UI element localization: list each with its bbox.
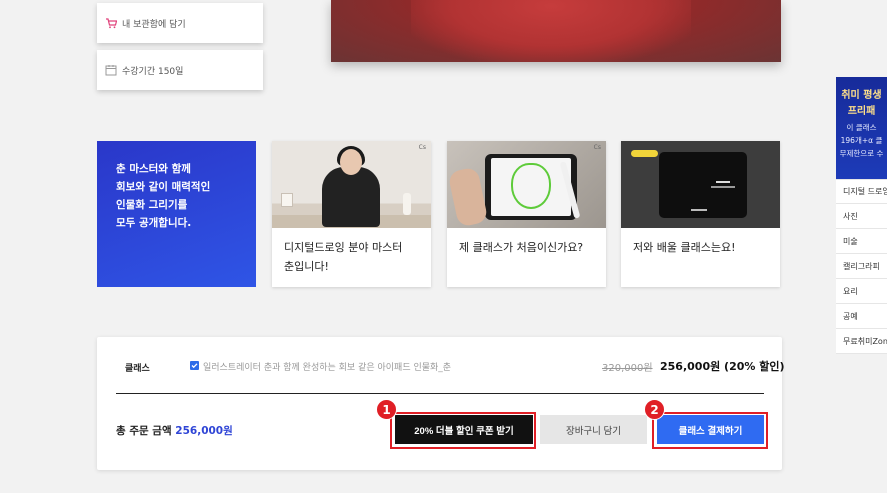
course-period-label: 수강기간 150일 [122,66,184,77]
channel-badge: Cs [593,144,601,151]
freepass-desc-2: 196개+α 클 [840,136,883,145]
video-preview-image [411,0,691,62]
category-item[interactable]: 디지털 드로잉 [836,179,887,204]
pay-class-button[interactable]: 클래스 결제하기 [657,415,764,444]
course-checkbox[interactable] [190,361,199,370]
freepass-banner[interactable]: 취미 평생 프리패 이 클래스 196개+α 클 무제한으로 수 [836,77,887,179]
total-order-amount: 총 주문 금액 256,000원 [116,423,233,438]
category-item[interactable]: 사진 [836,204,887,229]
channel-badge: Cs [418,144,426,151]
check-icon [191,363,198,369]
category-item[interactable]: 미술 [836,229,887,254]
video-card-first-time[interactable]: Cs 제 클래스가 처음이신가요? [447,141,606,287]
video-caption: 제 클래스가 처음이신가요? [459,241,584,254]
course-period-card: 수강기간 150일 [97,50,263,90]
video-card-intro[interactable]: Cs 디지털드로잉 분야 마스터 춘입니다! [272,141,431,287]
add-to-cart-button[interactable]: 장바구니 담기 [540,415,647,444]
promo-banner: 춘 마스터와 함께 회보와 같이 매력적인 인물화 그리기를 모두 공개합니다. [97,141,256,287]
category-item[interactable]: 요리 [836,279,887,304]
discount-price: 256,000원 (20% 할인) [660,360,785,373]
category-item[interactable]: 무료취미Zone [836,329,887,354]
video-preview[interactable] [331,0,781,62]
coupon-button[interactable]: 20% 더블 할인 쿠폰 받기 [395,415,533,444]
add-to-library-card[interactable]: 내 보관함에 담기 [97,3,263,43]
cart-icon [105,17,117,29]
category-item[interactable]: 공예 [836,304,887,329]
original-price: 320,000원 [602,363,653,374]
video-caption: 저와 배울 클래스는요! [633,241,736,254]
category-list: 디지털 드로잉 사진 미술 캘리그라피 요리 공예 무료취미Zone [836,179,887,354]
freepass-desc-3: 무제한으로 수 [839,149,884,158]
video-thumbnail: Cs [447,141,606,228]
total-amount: 256,000원 [175,425,233,437]
category-item[interactable]: 캘리그라피 [836,254,887,279]
video-caption: 디지털드로잉 분야 마스터 춘입니다! [284,241,403,273]
order-panel: 클래스 일러스트레이터 춘과 함께 완성하는 회보 같은 아이패드 인물화_춘 … [97,337,785,470]
calendar-icon [105,64,117,76]
freepass-title-1: 취미 평생 [841,90,882,101]
class-label: 클래스 [125,364,150,374]
freepass-title-2: 프리패 [847,106,876,117]
add-to-library-label: 내 보관함에 담기 [122,19,186,30]
video-card-curriculum[interactable]: 저와 배울 클래스는요! [621,141,780,287]
video-thumbnail: Cs [272,141,431,228]
step-badge-2: 2 [644,399,665,420]
divider [116,393,764,394]
step-badge-1: 1 [376,399,397,420]
video-thumbnail [621,141,780,228]
total-label: 총 주문 금액 [116,425,172,437]
freepass-desc-1: 이 클래스 [846,123,877,132]
course-name: 일러스트레이터 춘과 함께 완성하는 회보 같은 아이패드 인물화_춘 [203,363,452,373]
